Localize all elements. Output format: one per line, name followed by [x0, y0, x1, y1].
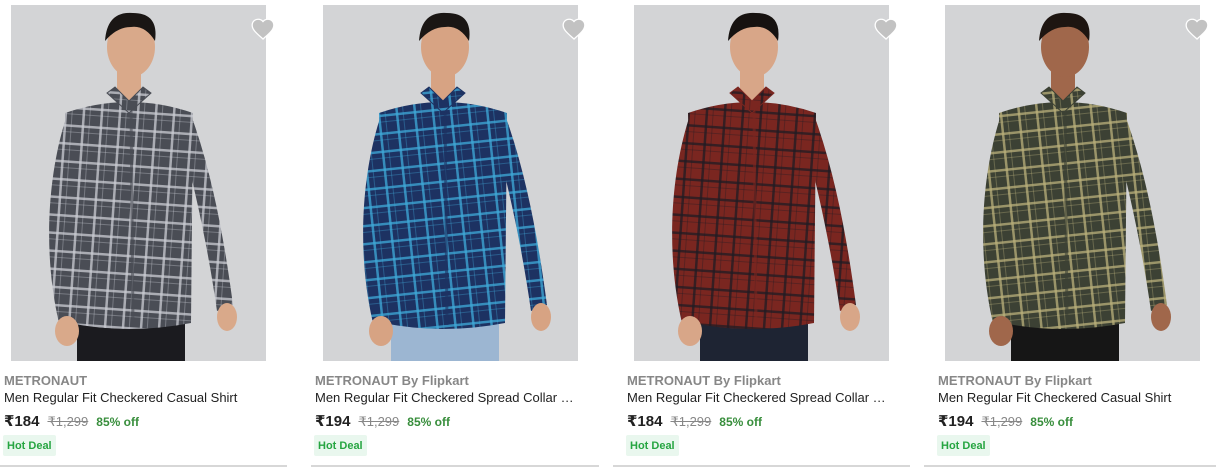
card-divider: [0, 465, 287, 467]
hot-deal-badge: Hot Deal: [314, 435, 367, 456]
model-shirt: [379, 102, 507, 329]
product-image[interactable]: [634, 5, 889, 361]
original-price: ₹1,299: [981, 414, 1023, 429]
product-brand: METRONAUT By Flipkart: [938, 373, 1092, 388]
product-brand: METRONAUT: [4, 373, 88, 388]
product-title[interactable]: Men Regular Fit Checkered Spread Collar …: [315, 390, 582, 405]
model-shirt: [688, 102, 816, 329]
hot-deal-badge: Hot Deal: [937, 435, 990, 456]
hot-deal-badge: Hot Deal: [3, 435, 56, 456]
product-brand: METRONAUT By Flipkart: [315, 373, 469, 388]
original-price: ₹1,299: [670, 414, 712, 429]
price-row: ₹184 ₹1,299 85% off: [4, 412, 139, 430]
original-price: ₹1,299: [358, 414, 400, 429]
model-hand: [989, 316, 1013, 346]
model-hand: [1151, 303, 1171, 331]
discount-label: 85% off: [96, 415, 139, 429]
product-card[interactable]: METRONAUT By Flipkart Men Regular Fit Ch…: [613, 0, 915, 468]
product-title[interactable]: Men Regular Fit Checkered Casual Shirt: [4, 390, 282, 405]
product-card[interactable]: METRONAUT By Flipkart Men Regular Fit Ch…: [311, 0, 603, 468]
wishlist-heart-icon[interactable]: [873, 16, 899, 42]
product-image[interactable]: [11, 5, 266, 361]
model-hand: [217, 303, 237, 331]
model-shirt: [65, 102, 193, 329]
product-card[interactable]: METRONAUT By Flipkart Men Regular Fit Ch…: [924, 0, 1226, 468]
product-title[interactable]: Men Regular Fit Checkered Spread Collar …: [627, 390, 894, 405]
model-shirt: [999, 102, 1127, 329]
price-row: ₹194 ₹1,299 85% off: [938, 412, 1073, 430]
selling-price: ₹184: [4, 413, 40, 430]
discount-label: 85% off: [719, 415, 762, 429]
product-grid: METRONAUT Men Regular Fit Checkered Casu…: [0, 0, 1226, 468]
model-hand: [55, 316, 79, 346]
wishlist-heart-icon[interactable]: [561, 16, 587, 42]
product-image[interactable]: [945, 5, 1200, 361]
model-hand: [369, 316, 393, 346]
wishlist-heart-icon[interactable]: [250, 16, 276, 42]
product-title[interactable]: Men Regular Fit Checkered Casual Shirt: [938, 390, 1216, 405]
discount-label: 85% off: [407, 415, 450, 429]
selling-price: ₹194: [315, 413, 351, 430]
original-price: ₹1,299: [47, 414, 89, 429]
selling-price: ₹184: [627, 413, 663, 430]
model-hand: [531, 303, 551, 331]
card-divider: [924, 465, 1216, 467]
discount-label: 85% off: [1030, 415, 1073, 429]
product-image[interactable]: [323, 5, 578, 361]
card-divider: [311, 465, 599, 467]
card-divider: [613, 465, 910, 467]
model-hand: [840, 303, 860, 331]
price-row: ₹194 ₹1,299 85% off: [315, 412, 450, 430]
model-hand: [678, 316, 702, 346]
selling-price: ₹194: [938, 413, 974, 430]
hot-deal-badge: Hot Deal: [626, 435, 679, 456]
product-card[interactable]: METRONAUT Men Regular Fit Checkered Casu…: [0, 0, 292, 468]
price-row: ₹184 ₹1,299 85% off: [627, 412, 762, 430]
product-brand: METRONAUT By Flipkart: [627, 373, 781, 388]
wishlist-heart-icon[interactable]: [1184, 16, 1210, 42]
